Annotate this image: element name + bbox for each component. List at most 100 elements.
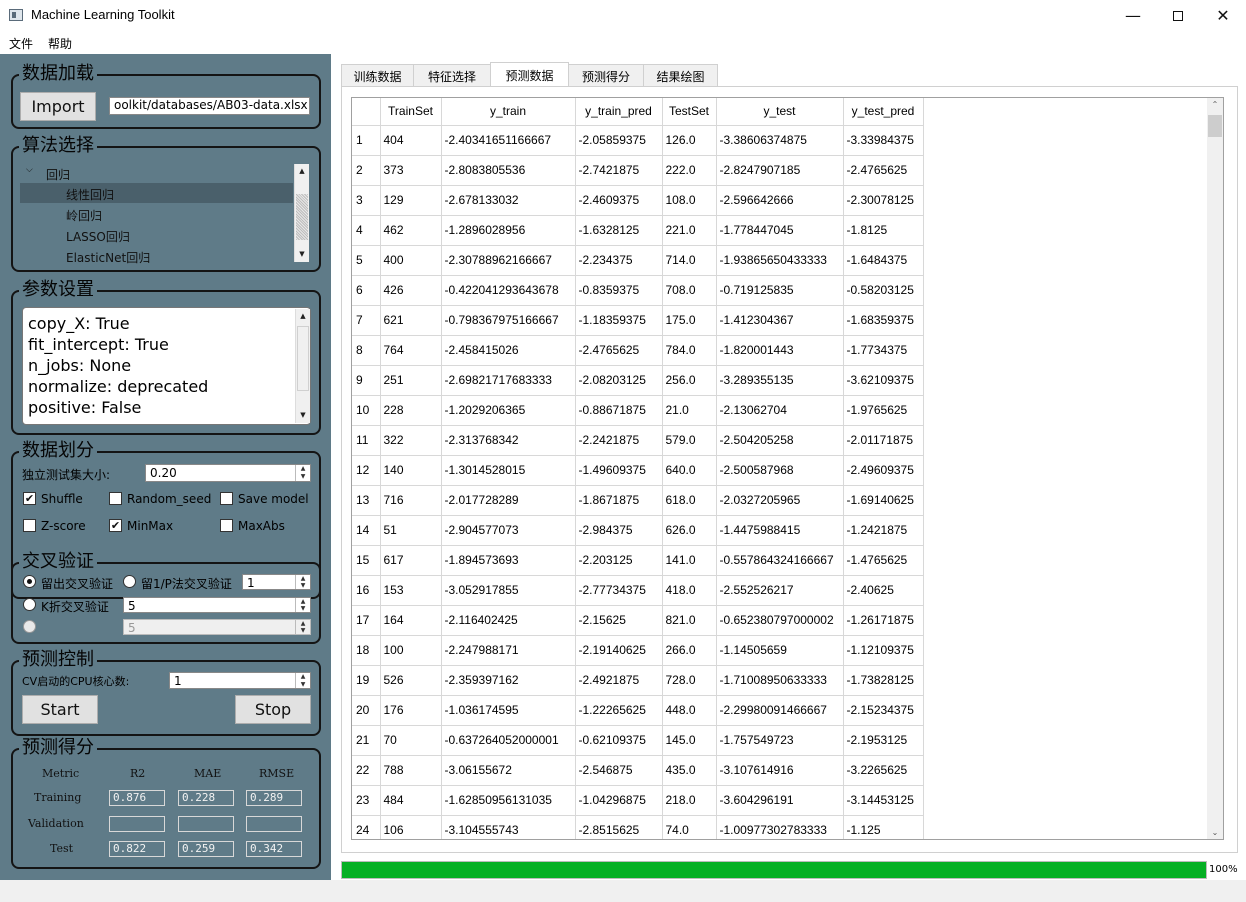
kfold-spinbox[interactable]: 5 ▲ ▼ — [123, 597, 311, 613]
table-cell[interactable]: -2.458415026 — [441, 335, 576, 366]
table-cell[interactable]: -1.69140625 — [843, 485, 924, 516]
table-cell[interactable]: -3.604296191 — [716, 785, 844, 816]
spin-arrows-icon[interactable]: ▲ ▼ — [295, 575, 310, 589]
spin-arrows-icon[interactable]: ▲ ▼ — [295, 673, 310, 688]
table-cell[interactable]: 526 — [380, 665, 442, 696]
table-cell[interactable]: 626.0 — [662, 515, 717, 546]
tab-train-data[interactable]: 训练数据 — [341, 64, 414, 87]
table-cell[interactable]: -1.778447045 — [716, 215, 844, 246]
row-number[interactable]: 1 — [352, 125, 381, 156]
table-cell[interactable]: 373 — [380, 155, 442, 186]
start-button[interactable]: Start — [22, 695, 98, 724]
maximize-button[interactable] — [1155, 0, 1201, 31]
table-cell[interactable]: -2.40341651166667 — [441, 125, 576, 156]
tree-root-regression[interactable]: 回归 — [46, 166, 70, 183]
table-cell[interactable]: -1.26171875 — [843, 605, 924, 636]
table-cell[interactable]: -2.77734375 — [575, 575, 663, 606]
table-cell[interactable]: -1.036174595 — [441, 695, 576, 726]
table-cell[interactable]: 784.0 — [662, 335, 717, 366]
row-number[interactable]: 22 — [352, 755, 381, 786]
table-cell[interactable]: -3.052917855 — [441, 575, 576, 606]
table-cell[interactable]: -2.359397162 — [441, 665, 576, 696]
column-header[interactable]: y_train — [441, 98, 576, 126]
table-cell[interactable]: -2.0327205965 — [716, 485, 844, 516]
row-number[interactable]: 2 — [352, 155, 381, 186]
scroll-up-icon[interactable]: ▲ — [296, 309, 310, 324]
table-cell[interactable]: 218.0 — [662, 785, 717, 816]
table-cell[interactable]: -0.637264052000001 — [441, 725, 576, 756]
table-cell[interactable]: 251 — [380, 365, 442, 396]
table-row[interactable]: 15 617 -1.894573693 -2.203125 141.0 -0.557864… — [352, 545, 924, 576]
table-row[interactable]: 3 129 -2.678133032 -2.4609375 108.0 -2.596642… — [352, 185, 924, 216]
column-header[interactable]: y_test_pred — [843, 98, 924, 126]
table-cell[interactable]: -1.6484375 — [843, 245, 924, 276]
column-header[interactable]: y_test — [716, 98, 844, 126]
table-cell[interactable]: 222.0 — [662, 155, 717, 186]
row-number[interactable]: 9 — [352, 365, 381, 396]
table-cell[interactable]: -3.14453125 — [843, 785, 924, 816]
column-header[interactable]: TrainSet — [380, 98, 442, 126]
table-cell[interactable]: -2.05859375 — [575, 125, 663, 156]
algorithm-scrollbar[interactable]: ▲ ▼ — [294, 164, 309, 262]
table-cell[interactable]: -1.8125 — [843, 215, 924, 246]
table-cell[interactable]: 484 — [380, 785, 442, 816]
tree-item-linear[interactable]: 线性回归 — [66, 186, 114, 203]
table-row[interactable]: 22 788 -3.06155672 -2.546875 435.0 -3.1076149… — [352, 755, 924, 786]
params-scrollbar[interactable]: ▲ ▼ — [295, 309, 310, 423]
table-cell[interactable]: 228 — [380, 395, 442, 426]
file-path-field[interactable]: oolkit/databases/AB03-data.xlsx — [109, 97, 310, 115]
scroll-thumb[interactable] — [297, 326, 309, 391]
column-header[interactable]: y_train_pred — [575, 98, 663, 126]
table-cell[interactable]: 100 — [380, 635, 442, 666]
table-cell[interactable]: 126.0 — [662, 125, 717, 156]
spin-arrows-icon[interactable]: ▲ ▼ — [295, 598, 310, 612]
table-cell[interactable]: -3.62109375 — [843, 365, 924, 396]
table-cell[interactable]: 618.0 — [662, 485, 717, 516]
table-cell[interactable]: 140 — [380, 455, 442, 486]
table-cell[interactable]: -2.8247907185 — [716, 155, 844, 186]
table-cell[interactable]: -1.820001443 — [716, 335, 844, 366]
table-cell[interactable]: -2.2421875 — [575, 425, 663, 456]
table-row[interactable]: 7 621 -0.798367975166667 -1.18359375 175.0 -1… — [352, 305, 924, 336]
table-cell[interactable]: -2.247988171 — [441, 635, 576, 666]
table-cell[interactable]: 108.0 — [662, 185, 717, 216]
test-size-spinbox[interactable]: 0.20 ▲ ▼ — [145, 464, 311, 482]
table-cell[interactable]: -3.2265625 — [843, 755, 924, 786]
table-cell[interactable]: 621 — [380, 305, 442, 336]
chevron-down-icon[interactable]: ⌵ — [26, 165, 33, 175]
scroll-down-icon[interactable]: ▼ — [296, 408, 310, 423]
table-cell[interactable]: 153 — [380, 575, 442, 606]
table-cell[interactable]: -2.40625 — [843, 575, 924, 606]
row-number[interactable]: 10 — [352, 395, 381, 426]
params-text-box[interactable]: copy_X: True fit_intercept: True n_jobs:… — [22, 307, 311, 425]
table-cell[interactable]: 21.0 — [662, 395, 717, 426]
table-row[interactable]: 5 400 -2.30788962166667 -2.234375 714.0 -1.93… — [352, 245, 924, 276]
table-row[interactable]: 13 716 -2.017728289 -1.8671875 618.0 -2.03272… — [352, 485, 924, 516]
table-cell[interactable]: -1.757549723 — [716, 725, 844, 756]
table-cell[interactable]: 435.0 — [662, 755, 717, 786]
row-number[interactable]: 6 — [352, 275, 381, 306]
tree-item-lasso[interactable]: LASSO回归 — [66, 228, 130, 245]
table-cell[interactable]: -2.984375 — [575, 515, 663, 546]
kfold-radio[interactable] — [23, 598, 36, 611]
table-cell[interactable]: 462 — [380, 215, 442, 246]
scroll-down-icon[interactable]: ⌄ — [1207, 828, 1223, 837]
table-cell[interactable]: 404 — [380, 125, 442, 156]
table-cell[interactable]: -2.4765625 — [843, 155, 924, 186]
table-cell[interactable]: 418.0 — [662, 575, 717, 606]
table-cell[interactable]: -1.00977302783333 — [716, 815, 844, 839]
table-cell[interactable]: -2.69821717683333 — [441, 365, 576, 396]
table-cell[interactable]: -2.7421875 — [575, 155, 663, 186]
table-cell[interactable]: -1.894573693 — [441, 545, 576, 576]
table-row[interactable]: 1 404 -2.40341651166667 -2.05859375 126.0 -3.… — [352, 125, 924, 156]
table-row[interactable]: 20 176 -1.036174595 -1.22265625 448.0 -2.2998… — [352, 695, 924, 726]
table-cell[interactable]: 129 — [380, 185, 442, 216]
table-cell[interactable]: -1.93865650433333 — [716, 245, 844, 276]
table-cell[interactable]: -1.22265625 — [575, 695, 663, 726]
row-number[interactable]: 20 — [352, 695, 381, 726]
table-cell[interactable]: -1.04296875 — [575, 785, 663, 816]
table-cell[interactable]: 175.0 — [662, 305, 717, 336]
table-cell[interactable]: -1.9765625 — [843, 395, 924, 426]
table-cell[interactable]: 579.0 — [662, 425, 717, 456]
table-cell[interactable]: -1.12109375 — [843, 635, 924, 666]
